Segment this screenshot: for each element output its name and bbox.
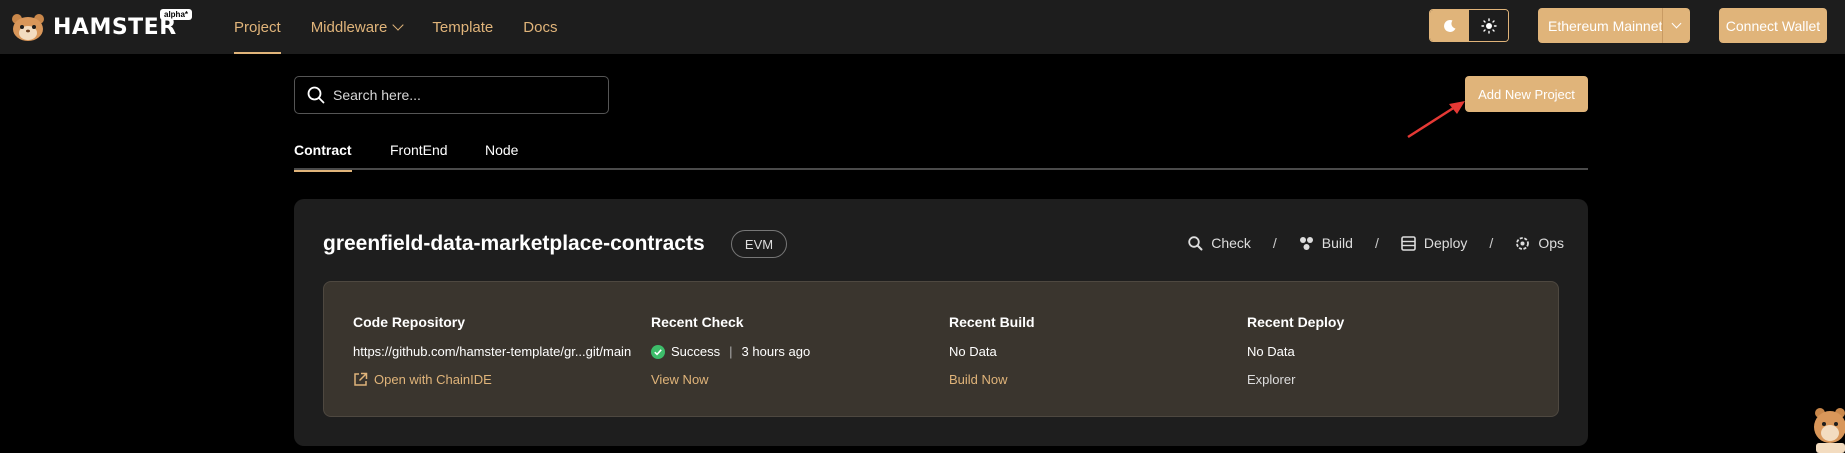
recent-check-status: Success | 3 hours ago: [651, 344, 911, 359]
pipe-separator: |: [729, 344, 733, 359]
deploy-action-label: Deploy: [1423, 235, 1468, 251]
ops-gear-icon: [1516, 236, 1530, 250]
network-select-label: Ethereum Mainnet: [1548, 17, 1663, 34]
nav-item-project[interactable]: Project: [234, 0, 281, 54]
project-card[interactable]: greenfield-data-marketplace-contracts EV…: [294, 199, 1588, 446]
recent-check-heading: Recent Check: [651, 314, 744, 330]
deploy-action[interactable]: Deploy: [1401, 235, 1468, 251]
main-nav: Project Middleware Template Docs: [234, 0, 557, 54]
recent-deploy-value: No Data: [1247, 344, 1295, 359]
open-with-chainide-label: Open with ChainIDE: [374, 372, 492, 387]
separator: /: [1489, 235, 1494, 251]
sun-icon: [1480, 17, 1497, 34]
code-repository-heading: Code Repository: [353, 314, 466, 330]
code-repository-url: https://github.com/hamster-template/gr..…: [353, 344, 632, 359]
top-navbar: HAMSTER alpha* Project Middleware Templa…: [0, 0, 1845, 54]
separator: /: [1374, 235, 1379, 251]
logo[interactable]: HAMSTER: [11, 11, 177, 43]
light-mode-button[interactable]: [1469, 10, 1508, 41]
connect-wallet-button[interactable]: Connect Wallet: [1719, 8, 1827, 43]
help-mascot-icon[interactable]: [1810, 405, 1845, 453]
project-actions: Check / Build / Deploy / Ops: [1188, 235, 1564, 251]
check-time-text: 3 hours ago: [741, 344, 811, 359]
project-type-tabs: Contract FrontEnd Node: [294, 132, 1588, 172]
recent-check-section: Recent Check Success | 3 hours ago View …: [651, 314, 911, 387]
nav-item-docs[interactable]: Docs: [523, 0, 557, 54]
recent-build-section: Recent Build No Data Build Now: [949, 314, 1209, 387]
search-icon: [307, 86, 325, 104]
chevron-down-icon: [392, 18, 405, 31]
open-with-chainide-link[interactable]: Open with ChainIDE: [353, 372, 613, 387]
view-now-link[interactable]: View Now: [651, 372, 911, 387]
search-box: [294, 76, 609, 114]
build-now-link[interactable]: Build Now: [949, 372, 1209, 387]
check-action-label: Check: [1211, 235, 1251, 251]
deploy-server-icon: [1401, 235, 1416, 251]
build-action-label: Build: [1321, 235, 1353, 251]
theme-toggle: [1429, 9, 1509, 42]
dark-mode-button[interactable]: [1430, 10, 1469, 41]
check-magnifier-icon: [1188, 235, 1203, 250]
search-input[interactable]: [333, 87, 593, 103]
tab-contract[interactable]: Contract: [294, 142, 352, 172]
recent-deploy-section: Recent Deploy No Data Explorer: [1247, 314, 1507, 387]
project-summary-panel: Code Repository https://github.com/hamst…: [323, 281, 1559, 417]
nav-item-label: Docs: [523, 18, 558, 36]
nav-item-template[interactable]: Template: [432, 0, 493, 54]
chevron-down-icon[interactable]: [1663, 18, 1690, 29]
check-action[interactable]: Check: [1188, 235, 1251, 251]
separator: /: [1272, 235, 1277, 251]
nav-item-label: Middleware: [310, 18, 388, 36]
alpha-badge: alpha*: [160, 9, 193, 20]
hamster-logo-icon: [12, 14, 44, 41]
build-icon: [1299, 236, 1313, 250]
recent-build-heading: Recent Build: [949, 314, 1035, 330]
recent-deploy-heading: Recent Deploy: [1247, 314, 1345, 330]
project-title[interactable]: greenfield-data-marketplace-contracts: [323, 232, 705, 256]
explorer-link[interactable]: Explorer: [1247, 372, 1507, 387]
moon-icon: [1443, 19, 1455, 32]
nav-item-middleware[interactable]: Middleware: [310, 0, 405, 54]
tab-frontend[interactable]: FrontEnd: [390, 142, 448, 170]
build-action[interactable]: Build: [1299, 235, 1353, 251]
add-new-project-button[interactable]: Add New Project: [1465, 76, 1588, 112]
nav-item-label: Template: [432, 18, 494, 36]
nav-item-label: Project: [234, 18, 281, 36]
external-link-icon: [354, 372, 368, 386]
success-check-icon: [651, 344, 665, 359]
project-type-badge: EVM: [731, 230, 787, 258]
recent-build-value: No Data: [949, 344, 997, 359]
tab-node[interactable]: Node: [485, 142, 518, 170]
code-repository-section: Code Repository https://github.com/hamst…: [353, 314, 632, 387]
ops-action[interactable]: Ops: [1515, 235, 1564, 251]
logo-text: HAMSTER: [53, 14, 177, 40]
network-select[interactable]: Ethereum Mainnet: [1538, 8, 1690, 43]
check-status-text: Success: [671, 344, 721, 359]
ops-action-label: Ops: [1538, 235, 1564, 251]
